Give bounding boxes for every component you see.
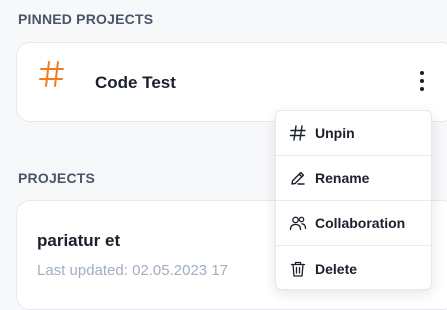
pinned-projects-heading: PINNED PROJECTS <box>18 11 154 27</box>
menu-item-label: Delete <box>315 260 358 277</box>
project-context-menu: Unpin Rename Collaboration Delete <box>275 110 432 290</box>
menu-item-label: Rename <box>315 170 370 186</box>
menu-item-delete[interactable]: Delete <box>276 246 431 289</box>
more-options-icon[interactable] <box>415 71 429 95</box>
menu-item-rename[interactable]: Rename <box>276 156 431 201</box>
trash-icon <box>290 261 306 277</box>
project-last-updated: Last updated: 02.05.2023 17 <box>37 262 229 279</box>
users-icon <box>289 216 307 231</box>
hash-icon <box>39 61 64 87</box>
edit-icon <box>291 171 305 185</box>
projects-heading: PROJECTS <box>18 170 96 186</box>
pinned-project-title: Code Test <box>95 73 176 92</box>
menu-item-label: Collaboration <box>315 215 406 231</box>
hash-icon <box>289 125 306 141</box>
menu-item-unpin[interactable]: Unpin <box>276 111 431 156</box>
menu-item-collaboration[interactable]: Collaboration <box>276 201 431 246</box>
menu-item-label: Unpin <box>315 125 355 141</box>
project-title: pariatur et <box>37 231 121 250</box>
